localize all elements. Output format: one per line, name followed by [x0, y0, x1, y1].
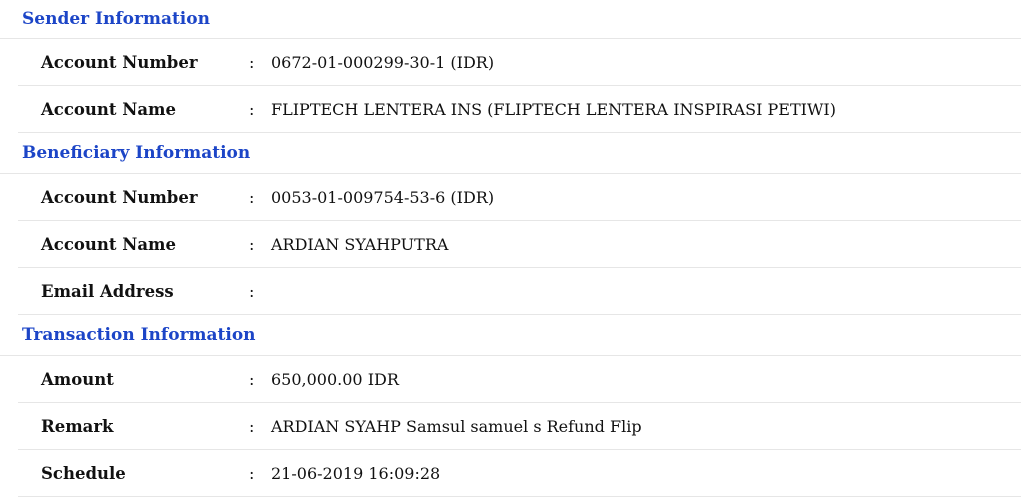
field-separator: : [249, 369, 255, 389]
sender-account-number-row: Account Number : 0672-01-000299-30-1 (ID… [18, 39, 1021, 86]
beneficiary-account-number-label: Account Number [41, 187, 198, 207]
sender-account-number-label: Account Number [41, 52, 198, 72]
sender-account-name-label: Account Name [41, 99, 176, 119]
beneficiary-account-name-label: Account Name [41, 234, 176, 254]
field-separator: : [249, 281, 255, 301]
transaction-section-title: Transaction Information [0, 315, 1021, 356]
field-separator: : [249, 99, 255, 119]
beneficiary-email-row: Email Address : [18, 268, 1021, 315]
transaction-amount-value: 650,000.00 IDR [271, 369, 399, 389]
beneficiary-account-number-value: 0053-01-009754-53-6 (IDR) [271, 187, 495, 207]
transaction-section: Transaction Information Amount : 650,000… [0, 315, 1021, 497]
field-separator: : [249, 234, 255, 254]
field-separator: : [249, 416, 255, 436]
sender-section-title: Sender Information [0, 0, 1021, 39]
transaction-amount-row: Amount : 650,000.00 IDR [18, 356, 1021, 403]
sender-account-number-value: 0672-01-000299-30-1 (IDR) [271, 52, 495, 72]
beneficiary-account-number-row: Account Number : 0053-01-009754-53-6 (ID… [18, 174, 1021, 221]
field-separator: : [249, 187, 255, 207]
transaction-remark-label: Remark [41, 416, 114, 436]
beneficiary-email-label: Email Address [41, 281, 174, 301]
sender-account-name-row: Account Name : FLIPTECH LENTERA INS (FLI… [18, 86, 1021, 133]
transaction-schedule-value: 21-06-2019 16:09:28 [271, 463, 441, 483]
transfer-receipt: Sender Information Account Number : 0672… [0, 0, 1021, 498]
transaction-remark-value: ARDIAN SYAHP Samsul samuel s Refund Flip [271, 416, 642, 436]
transaction-schedule-label: Schedule [41, 463, 126, 483]
beneficiary-account-name-row: Account Name : ARDIAN SYAHPUTRA [18, 221, 1021, 268]
transaction-remark-row: Remark : ARDIAN SYAHP Samsul samuel s Re… [18, 403, 1021, 450]
transaction-schedule-row: Schedule : 21-06-2019 16:09:28 [18, 450, 1021, 497]
beneficiary-account-name-value: ARDIAN SYAHPUTRA [271, 234, 449, 254]
beneficiary-section: Beneficiary Information Account Number :… [0, 133, 1021, 315]
sender-account-name-value: FLIPTECH LENTERA INS (FLIPTECH LENTERA I… [271, 99, 836, 119]
field-separator: : [249, 52, 255, 72]
beneficiary-section-title: Beneficiary Information [0, 133, 1021, 174]
field-separator: : [249, 463, 255, 483]
transaction-amount-label: Amount [41, 369, 114, 389]
sender-section: Sender Information Account Number : 0672… [0, 0, 1021, 133]
